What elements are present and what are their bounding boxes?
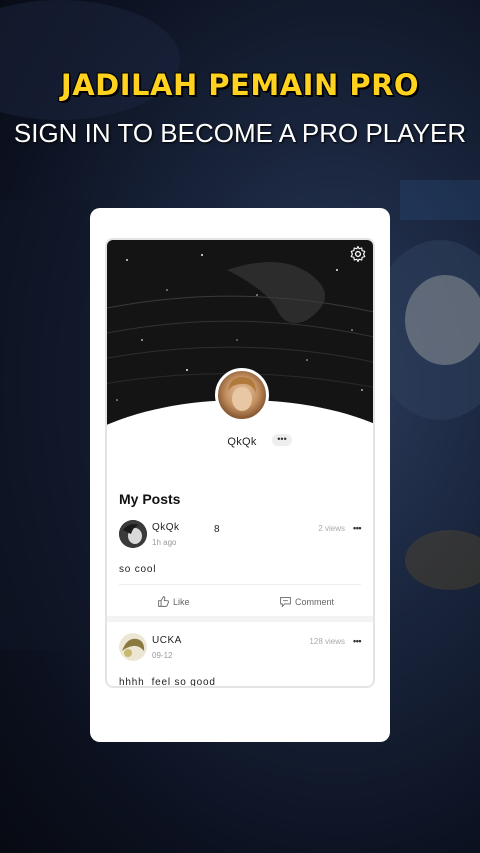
post-author-name[interactable]: UCKA — [152, 635, 182, 646]
profile-screen: QkQk ••• My Posts QkQk 8 1h ago 2 views … — [105, 238, 375, 688]
section-title: My Posts — [119, 491, 181, 507]
comment-label: Comment — [295, 596, 335, 607]
profile-username: QkQk — [227, 436, 257, 448]
gear-icon[interactable] — [349, 245, 367, 263]
post-views: 2 views — [318, 524, 345, 533]
profile-more-button[interactable]: ••• — [272, 434, 292, 446]
like-button[interactable]: Like — [157, 595, 190, 608]
post-count: 8 — [214, 524, 220, 535]
like-label: Like — [173, 596, 190, 607]
post-text: hhhh feel so good — [119, 677, 216, 688]
post-text: so cool — [119, 564, 157, 575]
post-author-avatar[interactable] — [119, 633, 147, 661]
post-separator — [107, 616, 373, 622]
post-time: 09-12 — [152, 651, 173, 660]
post-author-name[interactable]: QkQk — [152, 522, 180, 533]
post-time: 1h ago — [152, 538, 177, 547]
comment-icon — [280, 596, 291, 608]
post-menu-button[interactable]: ••• — [353, 636, 361, 646]
post-menu-button[interactable]: ••• — [353, 523, 361, 533]
comment-button[interactable]: Comment — [279, 595, 334, 608]
thumbs-up-icon — [158, 596, 169, 607]
banner-headline: JADILAH PEMAIN PRO — [60, 68, 420, 102]
avatar[interactable] — [215, 368, 269, 422]
banner-subheadline: SIGN IN TO BECOME A PRO PLAYER — [13, 118, 467, 148]
divider — [119, 584, 361, 585]
post-views: 128 views — [309, 637, 345, 646]
post-author-avatar[interactable] — [119, 520, 147, 548]
